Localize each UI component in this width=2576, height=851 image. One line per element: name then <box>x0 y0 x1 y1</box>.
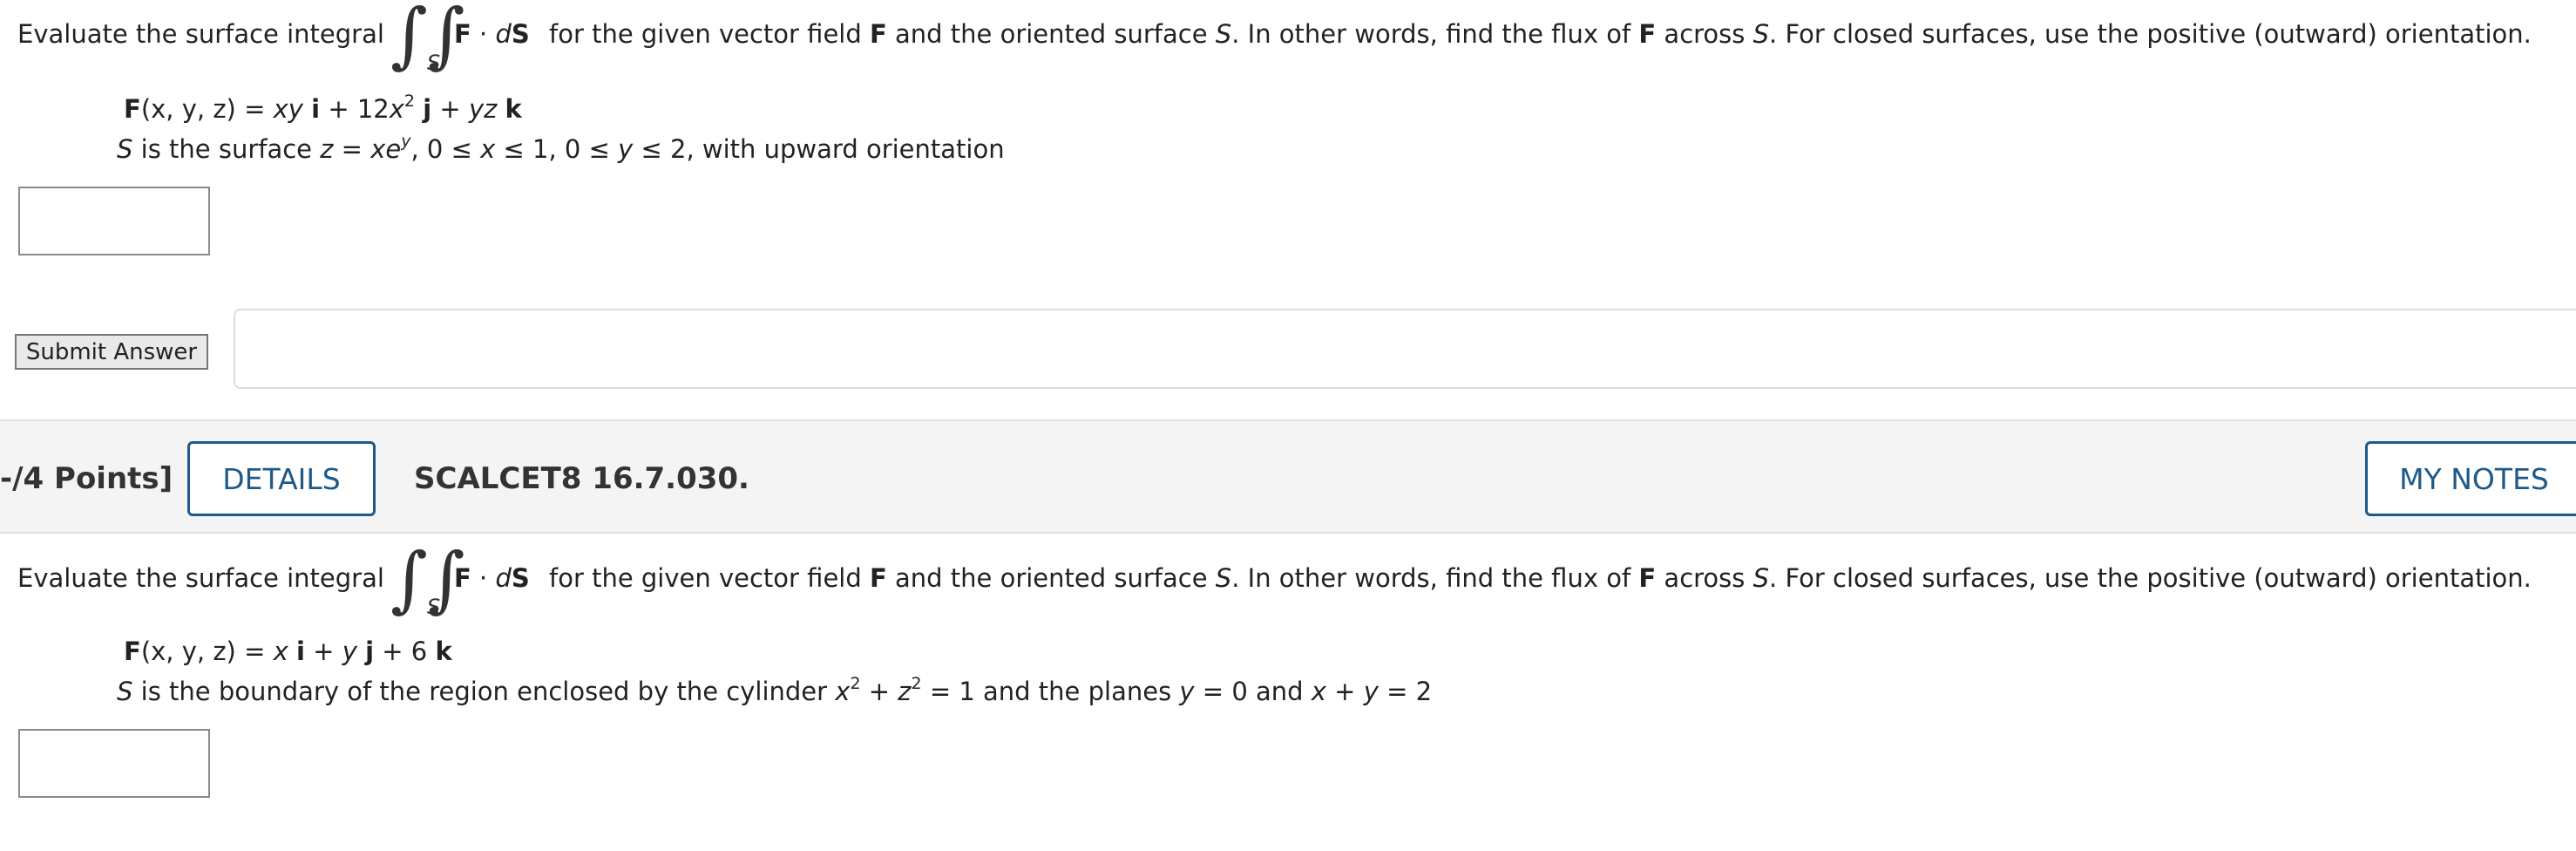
question-2-header: -/4 Points] DETAILS SCALCET8 16.7.030. M… <box>0 419 2576 534</box>
prompt-intro: Evaluate the surface integral <box>17 563 384 593</box>
submit-answer-button[interactable]: Submit Answer <box>15 334 208 370</box>
answer-input-1[interactable] <box>18 187 210 255</box>
question-1-prompt: Evaluate the surface integral <box>17 19 384 49</box>
prompt-intro: Evaluate the surface integral <box>17 19 384 49</box>
question-code: SCALCET8 16.7.030. <box>414 461 749 496</box>
details-button[interactable]: DETAILS <box>187 441 376 516</box>
integrand: F · dS <box>454 19 530 49</box>
prompt-instructions: for the given vector field F and the ori… <box>549 19 2532 49</box>
vector-field-definition: F(x, y, z) = x i + y j + 6 k <box>124 637 452 666</box>
my-notes-button[interactable]: MY NOTES <box>2365 441 2576 516</box>
integrand: F · dS <box>454 563 530 593</box>
prompt-instructions: for the given vector field F and the ori… <box>549 563 2532 593</box>
surface-definition: S is the boundary of the region enclosed… <box>117 674 1433 706</box>
question-2-prompt: Evaluate the surface integral <box>17 563 384 593</box>
answer-input-2[interactable] <box>18 729 210 798</box>
points-label: -/4 Points] <box>0 461 173 496</box>
integral-subscript: S <box>427 51 441 75</box>
integral-subscript: S <box>427 595 441 619</box>
vector-field-definition: F(x, y, z) = xy i + 12x2 j + yz k <box>124 92 522 124</box>
surface-definition: S is the surface z = xey, 0 ≤ x ≤ 1, 0 ≤… <box>117 132 1005 164</box>
feedback-panel <box>234 309 2576 389</box>
